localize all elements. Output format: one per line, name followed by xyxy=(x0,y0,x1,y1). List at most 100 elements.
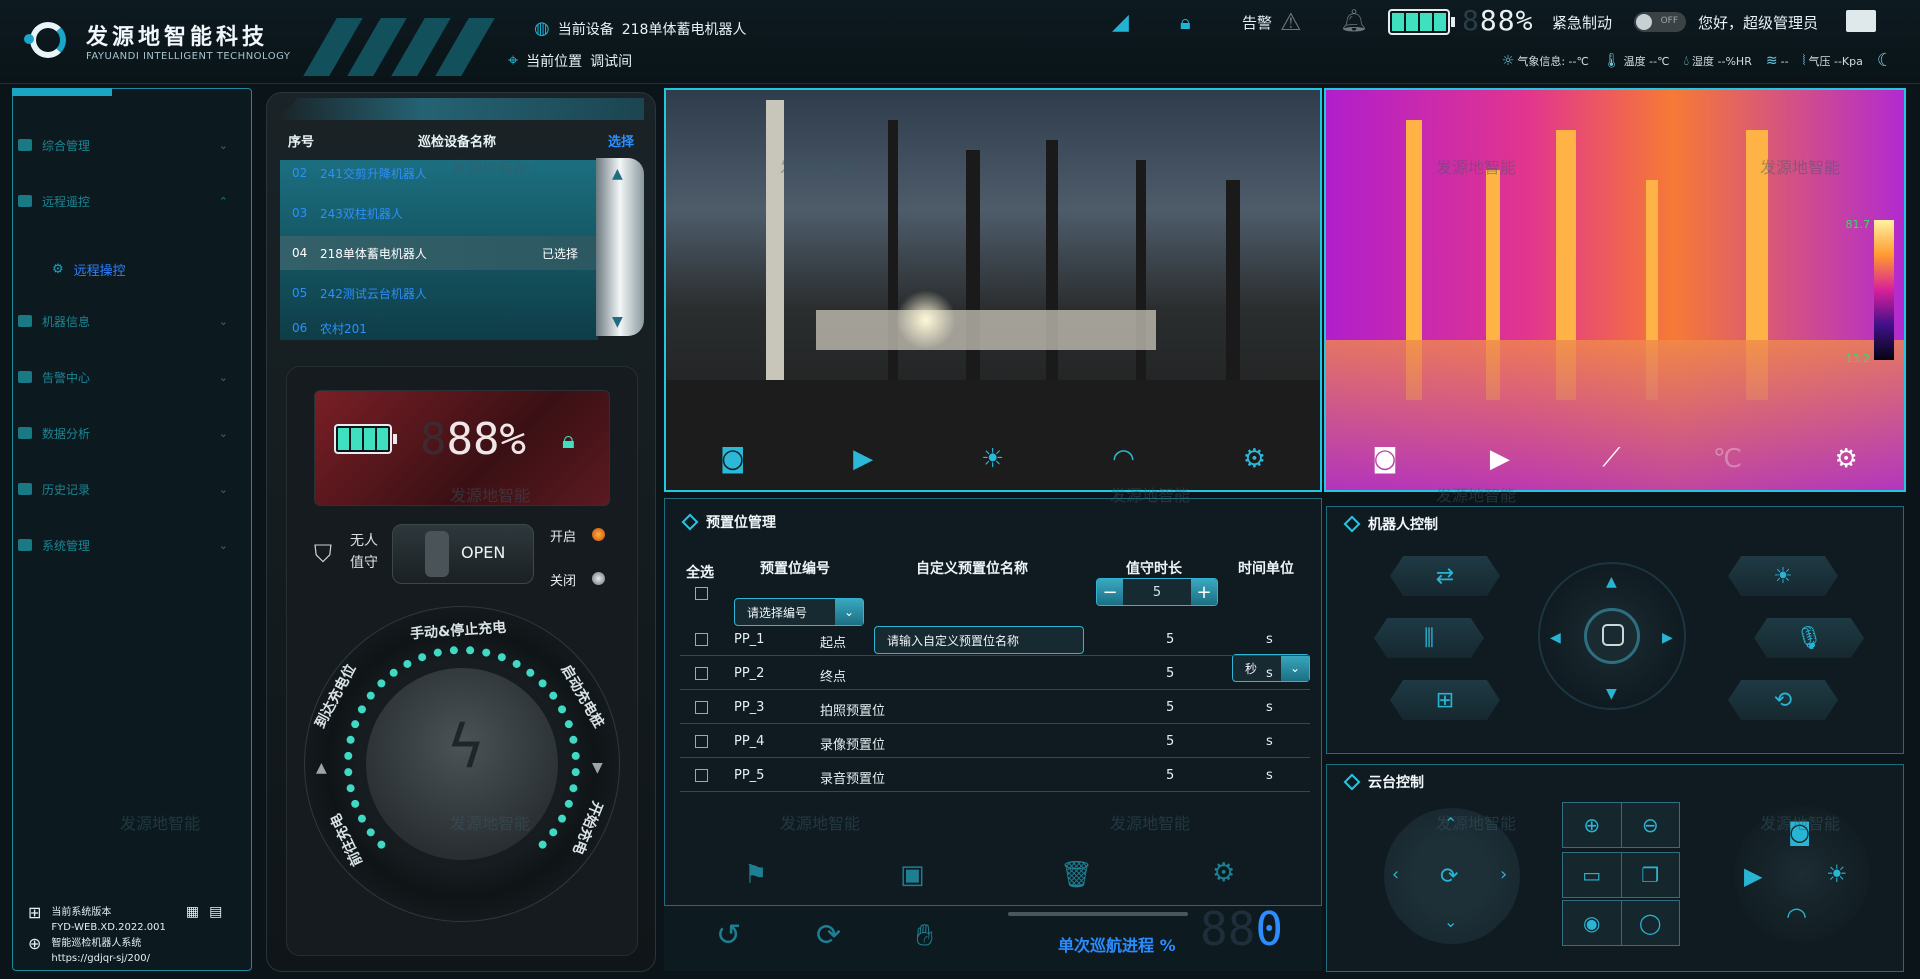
preset-row[interactable]: PP_3 拍照预置位 5s xyxy=(680,690,1310,724)
scroll-down-icon[interactable]: ▼ xyxy=(612,314,623,330)
wiper-icon[interactable]: ◠ xyxy=(1112,444,1135,474)
joy-right-icon[interactable]: ▶ xyxy=(1662,630,1673,646)
ptz-wiper-icon[interactable]: ◠ xyxy=(1786,902,1807,930)
joy-left-icon[interactable]: ◀ xyxy=(1550,630,1561,646)
scroll-up-icon[interactable]: ▲ xyxy=(612,166,623,182)
panel-diamond-icon xyxy=(1343,773,1361,791)
device-list-scroll[interactable] xyxy=(596,158,644,336)
zoom-out-icon[interactable]: ⊖ xyxy=(1622,803,1680,847)
thermal-settings-icon[interactable]: ⚙ xyxy=(1834,444,1857,474)
ptz-left-icon[interactable]: ‹ xyxy=(1392,864,1399,885)
focus-far-icon[interactable]: ❐ xyxy=(1622,853,1680,897)
wifi-icon: ◢ xyxy=(1112,10,1129,35)
settings-gear-icon[interactable]: ⚙ xyxy=(1243,444,1266,474)
iris-close-icon[interactable]: ◯ xyxy=(1622,901,1680,945)
audio-wave-icon[interactable]: ⫼ xyxy=(1374,618,1484,658)
device-row[interactable]: 03 243双柱机器人 xyxy=(280,196,598,230)
visible-camera-feed[interactable]: ◙ ▶ ☀ ◠ ⚙ xyxy=(664,88,1322,492)
focus-buttons: ▭ ❐ xyxy=(1562,852,1680,898)
emergency-stop-toggle[interactable]: OFF xyxy=(1634,12,1686,32)
reset-icon[interactable]: ⟲ xyxy=(1728,680,1838,720)
sidebar-item-machine-info[interactable]: 机器信息 ⌄ xyxy=(18,308,228,334)
row-checkbox[interactable] xyxy=(695,633,708,646)
microphone-icon[interactable]: 🎙︎ xyxy=(1754,618,1864,658)
light-icon[interactable]: ☀ xyxy=(981,444,1004,474)
save-icon[interactable]: ▣ xyxy=(900,860,925,890)
user-card-icon[interactable] xyxy=(1846,10,1876,32)
video-record-icon[interactable]: ▶ xyxy=(853,444,873,474)
preset-row[interactable]: PP_4 录像预置位 5s xyxy=(680,724,1310,758)
preset-row[interactable]: PP_2 终点 5s xyxy=(680,656,1310,690)
preset-settings-icon[interactable]: ⚙ xyxy=(1212,858,1235,888)
document-icon[interactable]: ▤ xyxy=(209,905,222,935)
dial-left-arrow-icon[interactable]: ▲ xyxy=(316,760,327,776)
preset-row[interactable]: PP_5 录音预置位 5s xyxy=(680,758,1310,792)
device-row[interactable]: 02 241交剪升降机器人 xyxy=(280,156,598,190)
celsius-icon[interactable]: ℃ xyxy=(1713,444,1742,474)
thermal-snapshot-icon[interactable]: ◙ xyxy=(1372,444,1397,474)
joy-down-icon[interactable]: ▼ xyxy=(1606,686,1617,702)
col-preset-name: 自定义预置位名称 xyxy=(916,561,1028,577)
device-row[interactable]: 05 242测试云台机器人 xyxy=(280,276,598,310)
charge-lock-icon[interactable]: 🔒︎ xyxy=(562,426,575,454)
return-icon[interactable]: ↺ xyxy=(716,918,741,953)
sidebar-item-overview[interactable]: 综合管理 ⌄ xyxy=(18,132,228,158)
zoom-in-icon[interactable]: ⊕ xyxy=(1563,803,1622,847)
sidebar-item-system[interactable]: 系统管理 ⌄ xyxy=(18,532,228,558)
plus-icon[interactable]: + xyxy=(1191,579,1217,605)
chart-icon xyxy=(18,427,32,439)
stop-hand-icon[interactable]: ✋︎ xyxy=(916,918,933,953)
iris-open-icon[interactable]: ◉ xyxy=(1563,901,1622,945)
ptz-camera-icon[interactable]: ◙ xyxy=(1788,818,1811,846)
alarm-label[interactable]: 告警 xyxy=(1242,12,1272,33)
measure-icon[interactable]: ⟋ xyxy=(1602,443,1620,474)
sidebar-subitem-remote-control[interactable]: ⚙ 远程操控 xyxy=(52,260,126,279)
map-icon[interactable]: ⊞ xyxy=(1390,680,1500,720)
thermal-camera-feed[interactable]: 81.7 13.2 ◙ ▶ ⟋ ℃ ⚙ xyxy=(1324,88,1906,492)
select-all-checkbox[interactable] xyxy=(695,587,708,600)
camera-snapshot-icon[interactable]: ◙ xyxy=(720,444,745,474)
device-row-selected[interactable]: 04 218单体蓄电机器人 已选择 xyxy=(280,236,598,270)
dial-right-arrow-icon[interactable]: ▼ xyxy=(592,760,603,776)
focus-near-icon[interactable]: ▭ xyxy=(1563,853,1622,897)
monitor-icon xyxy=(18,195,32,207)
device-row[interactable]: 06 农村201 xyxy=(280,316,598,340)
lock-icon[interactable]: 🔒︎ xyxy=(1180,10,1191,34)
unattended-switch[interactable]: OPEN xyxy=(392,524,534,584)
trash-icon[interactable]: 🗑︎ xyxy=(1060,860,1093,890)
row-checkbox[interactable] xyxy=(695,769,708,782)
off-label: 关闭 xyxy=(550,574,577,589)
cruise-progress-label: 单次巡航进程 % xyxy=(1058,936,1176,955)
warning-icon[interactable]: ⚠ xyxy=(1280,8,1302,36)
ptz-up-icon[interactable]: ⌃ xyxy=(1444,814,1457,833)
switch-mode-icon[interactable]: ⇄ xyxy=(1390,556,1500,596)
row-checkbox[interactable] xyxy=(695,701,708,714)
bell-icon[interactable]: 🔔︎ xyxy=(1340,9,1368,34)
ptz-down-icon[interactable]: ⌄ xyxy=(1444,912,1457,931)
grid-icon[interactable]: ▦ xyxy=(186,905,199,935)
ptz-right-icon[interactable]: › xyxy=(1500,864,1507,885)
ptz-video-icon[interactable]: ▶ xyxy=(1744,862,1762,890)
row-checkbox[interactable] xyxy=(695,735,708,748)
system-url[interactable]: https://gdjqr-sj/200/ xyxy=(51,951,150,966)
sidebar-item-remote[interactable]: 远程遥控 ⌃ xyxy=(18,188,228,214)
joy-up-icon[interactable]: ▲ xyxy=(1606,574,1617,590)
row-checkbox[interactable] xyxy=(695,667,708,680)
preset-title: 预置位管理 xyxy=(681,512,776,532)
settings-icon xyxy=(18,539,32,551)
cruise-icon[interactable]: ⟳ xyxy=(816,918,841,953)
panel-diamond-icon xyxy=(1343,515,1361,533)
minus-icon[interactable]: − xyxy=(1097,579,1123,605)
dial-led xyxy=(549,828,558,837)
col-unit: 时间单位 xyxy=(1238,561,1294,577)
thermal-record-icon[interactable]: ▶ xyxy=(1490,444,1510,474)
flag-icon[interactable]: ⚑ xyxy=(744,860,767,890)
ptz-reset-icon[interactable]: ⟳ xyxy=(1440,864,1458,889)
sidebar-item-alarm-center[interactable]: 告警中心 ⌄ xyxy=(18,364,228,390)
ptz-light-icon[interactable]: ☀ xyxy=(1826,860,1848,888)
lamp-icon[interactable]: ☀ xyxy=(1728,556,1838,596)
sidebar-item-data-analysis[interactable]: 数据分析 ⌄ xyxy=(18,420,228,446)
duration-stepper[interactable]: − 5 + xyxy=(1096,578,1218,606)
preset-row[interactable]: PP_1 起点 5s xyxy=(680,622,1310,656)
sidebar-item-history[interactable]: 历史记录 ⌄ xyxy=(18,476,228,502)
